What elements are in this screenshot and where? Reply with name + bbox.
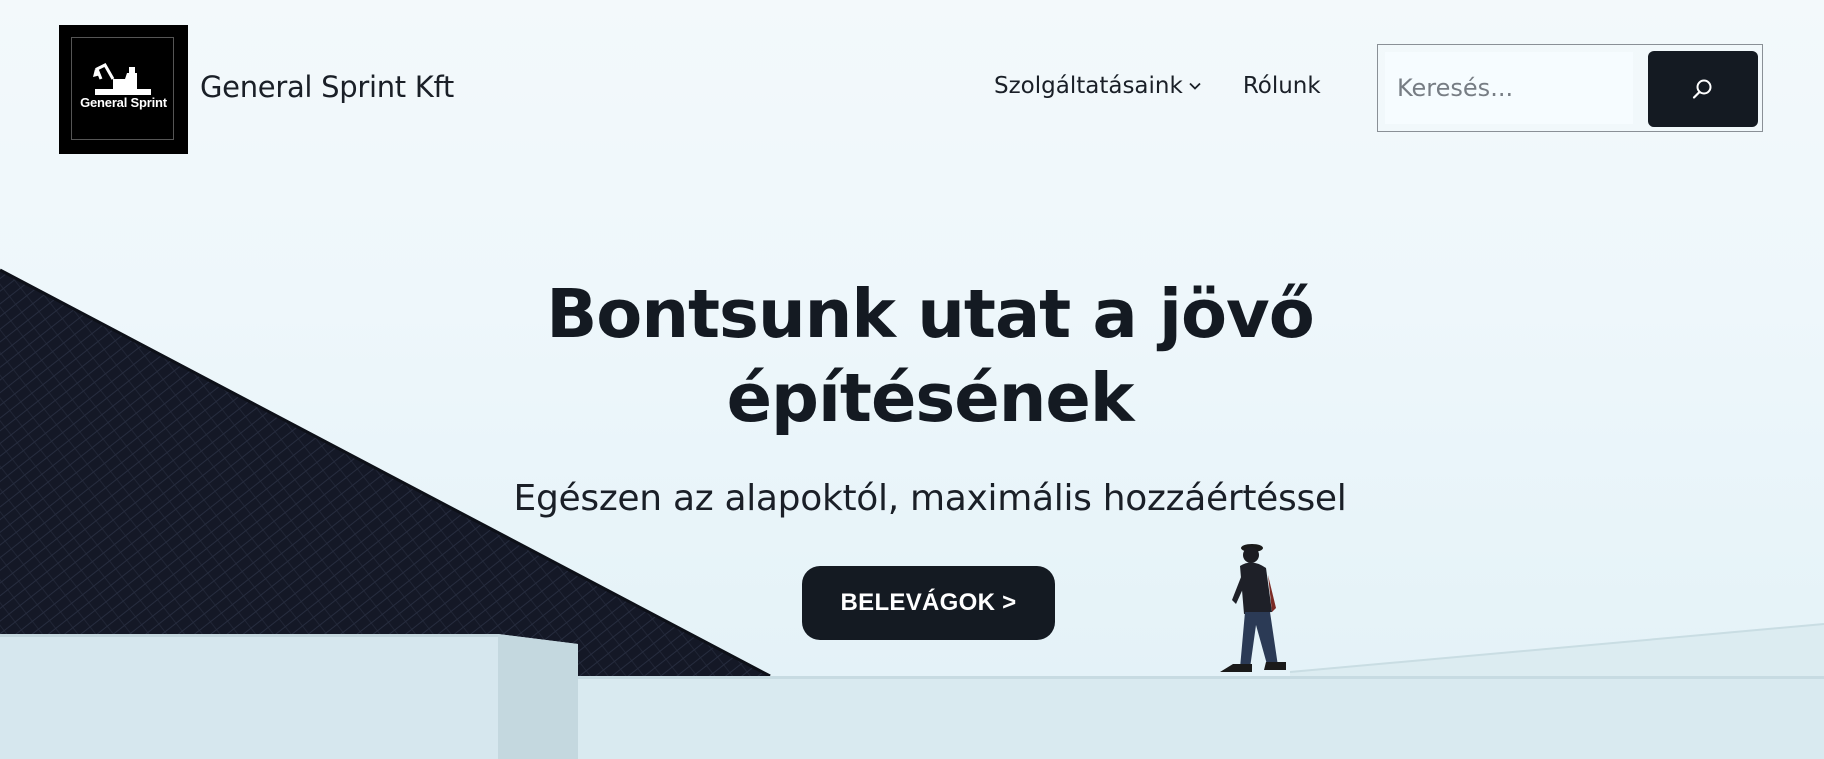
search-icon [1692,79,1712,99]
logo-text: General Sprint [80,95,167,110]
main-navigation: Szolgáltatásaink Rólunk [994,73,1321,99]
hero-headline-line2: építésének [726,359,1135,437]
cta-button[interactable]: BELEVÁGOK > [802,566,1055,640]
nav-item-label: Szolgáltatásaink [994,73,1183,99]
walking-person-silhouette [1220,544,1286,672]
hero-headline: Bontsunk utat a jövő építésének [0,272,1824,440]
nav-item-label: Rólunk [1242,73,1321,99]
search-button[interactable] [1648,51,1758,127]
site-logo[interactable]: General Sprint [59,25,188,154]
nav-item-about[interactable]: Rólunk [1243,73,1321,99]
search-form [1377,44,1763,132]
excavator-icon [93,63,151,95]
hero-headline-line1: Bontsunk utat a jövő [546,275,1315,353]
search-input[interactable] [1385,52,1633,124]
nav-item-services[interactable]: Szolgáltatásaink [994,73,1201,99]
hero-subtitle: Egészen az alapoktól, maximális hozzáért… [513,478,1347,519]
site-title[interactable]: General Sprint Kft [200,70,454,104]
chevron-down-icon[interactable] [1189,78,1201,94]
